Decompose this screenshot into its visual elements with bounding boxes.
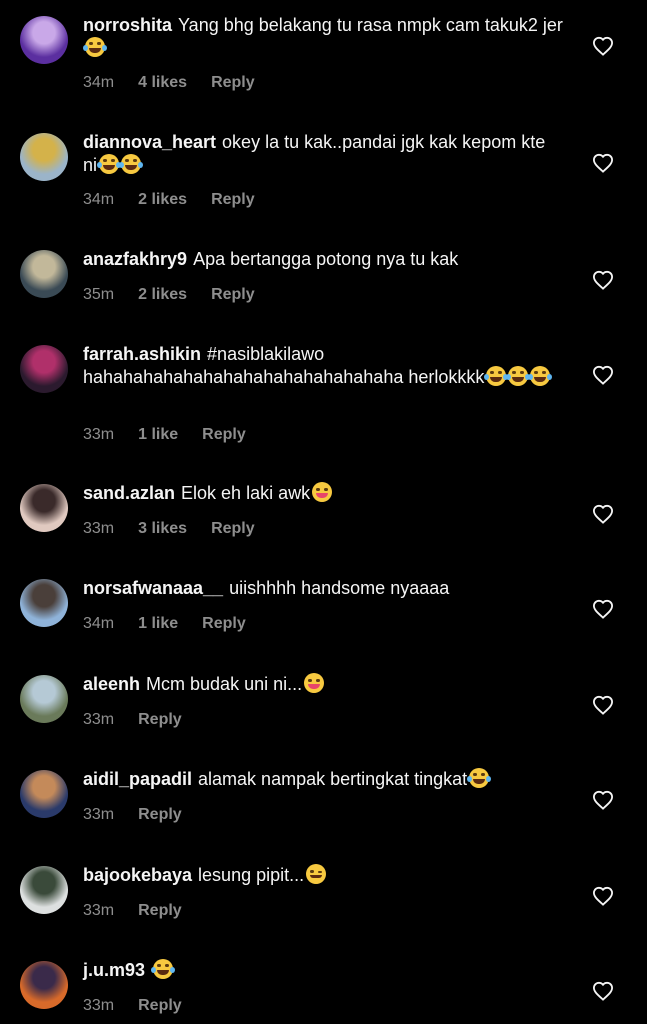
reply-button[interactable]: Reply <box>202 426 246 443</box>
like-heart-icon[interactable] <box>592 270 614 290</box>
comment-likes-count[interactable]: 2 likes <box>138 191 187 208</box>
comment-text: farrah.ashikin #nasiblakilawo hahahahahah… <box>83 343 563 388</box>
comment-timestamp: 33m <box>83 901 115 919</box>
user-avatar[interactable] <box>20 133 68 181</box>
reply-button[interactable]: Reply <box>138 711 182 728</box>
wink-emoji-icon <box>306 864 327 884</box>
comment-meta: 33m Reply <box>83 711 206 729</box>
comment-likes-count[interactable]: 4 likes <box>138 74 187 91</box>
comment-text: j.u.m93 <box>83 959 563 982</box>
reply-button[interactable]: Reply <box>138 806 182 823</box>
reply-button[interactable]: Reply <box>202 615 246 632</box>
comment-text: norroshita Yang bhg belakang tu rasa nmpk… <box>83 14 563 59</box>
comment-likes-count[interactable]: 3 likes <box>138 520 187 537</box>
like-heart-icon[interactable] <box>592 36 614 56</box>
user-avatar[interactable] <box>20 961 68 1009</box>
comment-text: aleenh Mcm budak uni ni... <box>83 673 563 696</box>
comment-text: bajookebaya lesung pipit... <box>83 864 563 887</box>
like-heart-icon[interactable] <box>592 599 614 619</box>
comment-username[interactable]: aleenh <box>83 674 140 694</box>
zany-emoji-icon <box>304 673 325 693</box>
comment-body: uiishhhh handsome nyaaaa <box>229 578 450 598</box>
user-avatar[interactable] <box>20 770 68 818</box>
comment-timestamp: 33m <box>83 519 115 537</box>
comment-text: norsafwanaaa__ uiishhhh handsome nyaaaa <box>83 577 563 600</box>
comment-text: aidil_papadil alamak nampak bertingkat ti… <box>83 768 563 791</box>
like-heart-icon[interactable] <box>592 695 614 715</box>
tongue-emoji-icon <box>312 482 333 502</box>
user-avatar[interactable] <box>20 16 68 64</box>
comment-timestamp: 33m <box>83 996 115 1014</box>
comment-text: sand.azlan Elok eh laki awk <box>83 482 563 505</box>
comment-username[interactable]: diannova_heart <box>83 132 216 152</box>
reply-button[interactable]: Reply <box>211 286 255 303</box>
reply-button[interactable]: Reply <box>138 902 182 919</box>
user-avatar[interactable] <box>20 579 68 627</box>
like-heart-icon[interactable] <box>592 365 614 385</box>
rofl-emoji-icon <box>97 153 122 174</box>
comment-username[interactable]: bajookebaya <box>83 865 192 885</box>
reply-button[interactable]: Reply <box>211 74 255 91</box>
comment-body: alamak nampak bertingkat tingkat <box>198 769 468 789</box>
comment-body: Apa bertangga potong nya tu kak <box>193 249 459 269</box>
comment-username[interactable]: norroshita <box>83 15 172 35</box>
like-heart-icon[interactable] <box>592 981 614 1001</box>
comment-meta: 33m Reply <box>83 806 206 824</box>
like-heart-icon[interactable] <box>592 153 614 173</box>
user-avatar[interactable] <box>20 675 68 723</box>
like-heart-icon[interactable] <box>592 886 614 906</box>
comment-body: Yang bhg belakang tu rasa nmpk cam takuk… <box>178 15 563 35</box>
reply-button[interactable]: Reply <box>211 520 255 537</box>
user-avatar[interactable] <box>20 345 68 393</box>
reply-button[interactable]: Reply <box>211 191 255 208</box>
comment-username[interactable]: norsafwanaaa__ <box>83 578 223 598</box>
comment-text: diannova_heart okey la tu kak..pandai jgk… <box>83 131 563 176</box>
joy-emoji-icon <box>528 365 553 386</box>
reply-button[interactable]: Reply <box>138 997 182 1014</box>
comment-username[interactable]: sand.azlan <box>83 483 175 503</box>
comment-meta: 33m 3 likes Reply <box>83 520 279 538</box>
joy-emoji-icon <box>506 365 531 386</box>
rofl-emoji-icon <box>119 153 144 174</box>
comment-timestamp: 33m <box>83 805 115 823</box>
like-heart-icon[interactable] <box>592 790 614 810</box>
comment-meta: 33m Reply <box>83 997 206 1015</box>
like-heart-icon[interactable] <box>592 504 614 524</box>
user-avatar[interactable] <box>20 484 68 532</box>
comment-timestamp: 33m <box>83 425 115 443</box>
user-avatar[interactable] <box>20 866 68 914</box>
comment-timestamp: 34m <box>83 191 115 208</box>
comment-meta: 34m 4 likes Reply <box>83 74 279 92</box>
comment-meta: 34m 2 likes Reply <box>83 191 279 209</box>
comment-username[interactable]: farrah.ashikin <box>83 344 201 364</box>
comment-username[interactable]: aidil_papadil <box>83 769 192 789</box>
comment-timestamp: 34m <box>83 614 115 632</box>
user-avatar[interactable] <box>20 250 68 298</box>
comment-timestamp: 34m <box>83 74 115 91</box>
comment-meta: 33m Reply <box>83 902 206 920</box>
comment-timestamp: 35m <box>83 285 115 303</box>
joy-emoji-icon <box>484 365 509 386</box>
comment-likes-count[interactable]: 1 like <box>138 426 178 443</box>
comment-meta: 35m 2 likes Reply <box>83 286 279 304</box>
rofl-emoji-icon <box>83 36 107 57</box>
comment-timestamp: 33m <box>83 710 115 728</box>
comment-username[interactable]: anazfakhry9 <box>83 249 187 269</box>
comment-body: Mcm budak uni ni... <box>146 674 303 694</box>
joy-emoji-icon <box>151 959 176 979</box>
comment-likes-count[interactable]: 1 like <box>138 615 178 632</box>
comment-body: lesung pipit... <box>198 865 305 885</box>
comment-body: Elok eh laki awk <box>181 483 311 503</box>
joy-emoji-icon <box>467 768 492 788</box>
comment-username[interactable]: j.u.m93 <box>83 960 145 980</box>
comment-meta: 33m 1 like Reply <box>83 426 270 444</box>
comment-text: anazfakhry9 Apa bertangga potong nya tu k… <box>83 248 563 271</box>
comment-likes-count[interactable]: 2 likes <box>138 286 187 303</box>
comment-meta: 34m 1 like Reply <box>83 615 270 633</box>
